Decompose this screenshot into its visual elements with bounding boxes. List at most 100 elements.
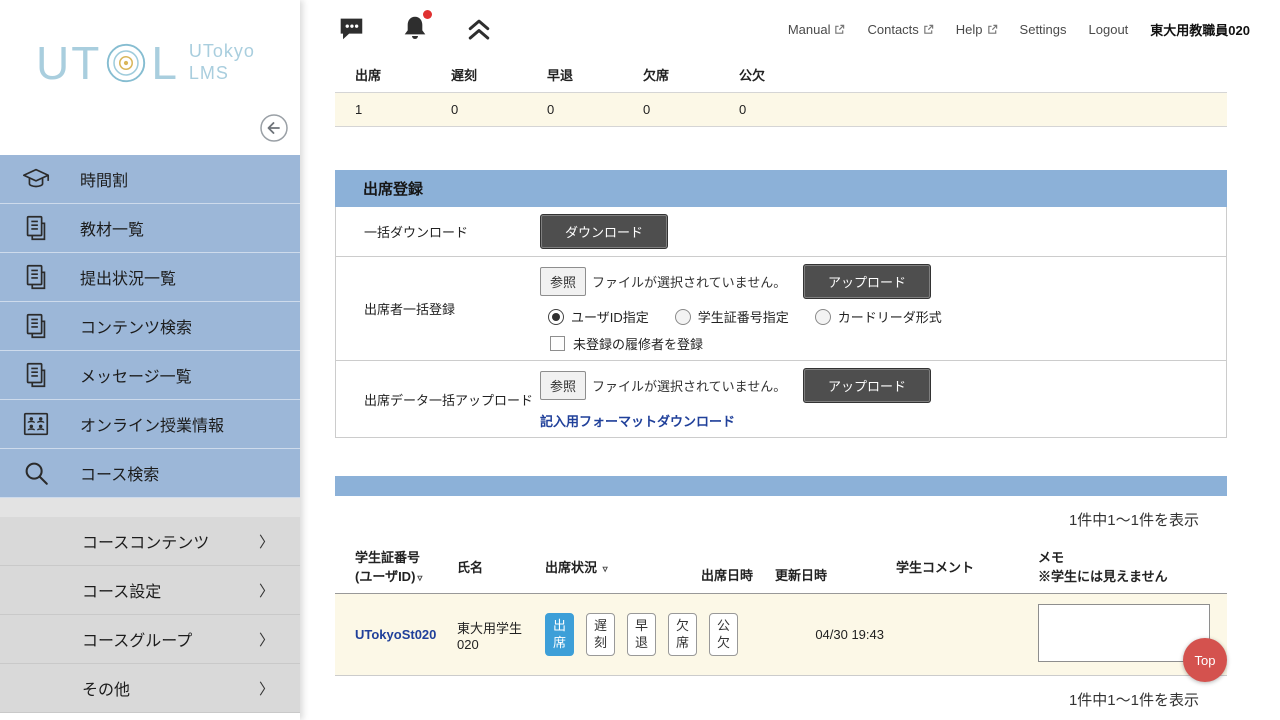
attendance-register-section: 出席登録 一括ダウンロード ダウンロード 出席者一括登録 (335, 170, 1227, 438)
summary-header: 遅刻 (431, 58, 527, 93)
browse-button[interactable]: 参照 (540, 267, 586, 296)
chevron-right-icon: 〉 (259, 678, 274, 699)
upload-button[interactable]: アップロード (803, 368, 931, 403)
register-unregistered-checkbox[interactable] (550, 336, 565, 351)
summary-header: 欠席 (623, 58, 719, 93)
summary-value: 1 (335, 93, 431, 127)
sidebar-item-timetable[interactable]: 時間割 (0, 155, 300, 204)
manual-link-label: Manual (788, 22, 831, 37)
sidebar-item-label: コース検索 (80, 461, 159, 485)
external-link-icon (923, 24, 934, 35)
header-line: ※学生には見えません (1038, 566, 1221, 585)
current-user-name: 東大用教職員020 (1150, 20, 1250, 39)
no-file-selected-text: ファイルが選択されていません。 (592, 376, 797, 395)
column-header-attend-time: 出席日時 (695, 539, 769, 594)
logo-rings-icon (103, 40, 149, 86)
sidebar-item-label: オンライン授業情報 (80, 412, 224, 436)
chevron-right-icon: 〉 (259, 629, 274, 650)
student-comment-cell (890, 594, 1032, 676)
help-link-label: Help (956, 22, 983, 37)
sidebar-item-course-group[interactable]: コースグループ 〉 (0, 615, 300, 664)
summary-value: 0 (527, 93, 623, 127)
status-char: 欠 (676, 618, 689, 635)
summary-value-filler (815, 93, 1227, 127)
sidebar-item-course-contents[interactable]: コースコンテンツ 〉 (0, 517, 300, 566)
chat-button[interactable] (335, 13, 367, 45)
column-header-status[interactable]: 出席状況 ▿ (539, 539, 695, 594)
radio-user-id[interactable]: ユーザID指定 (548, 307, 649, 326)
logo-subtitle: UTokyo LMS (189, 41, 255, 84)
summary-header-filler (815, 58, 1227, 93)
header-line: (ユーザID)▿ (355, 566, 445, 585)
sidebar-item-course-search[interactable]: コース検索 (0, 449, 300, 498)
help-link[interactable]: Help (956, 22, 998, 37)
summary-header: 早退 (527, 58, 623, 93)
radio-card-reader[interactable]: カードリーダ形式 (815, 307, 942, 326)
sidebar-item-messages[interactable]: メッセージ一覧 (0, 351, 300, 400)
radio-label: 学生証番号指定 (698, 307, 789, 326)
logo-area: UT L UTokyo LMS (0, 0, 300, 155)
status-button-absent[interactable]: 欠 席 (668, 613, 697, 656)
notification-dot (423, 10, 432, 19)
column-header-student-id[interactable]: 学生証番号 (ユーザID)▿ (335, 539, 451, 594)
sidebar-item-submissions[interactable]: 提出状況一覧 (0, 253, 300, 302)
double-chevron-up-icon (464, 31, 494, 46)
radio-student-card-number[interactable]: 学生証番号指定 (675, 307, 789, 326)
document-icon (18, 308, 54, 344)
sidebar-item-materials[interactable]: 教材一覧 (0, 204, 300, 253)
sidebar-item-content-search[interactable]: コンテンツ検索 (0, 302, 300, 351)
bell-icon (400, 31, 430, 46)
summary-header: 公欠 (719, 58, 815, 93)
status-char: 刻 (594, 635, 607, 652)
logout-link[interactable]: Logout (1089, 22, 1129, 37)
status-button-present[interactable]: 出 席 (545, 613, 574, 656)
update-time-cell: 04/30 19:43 (769, 594, 890, 676)
sidebar-item-label: コースコンテンツ (82, 529, 209, 553)
notifications-button[interactable] (399, 13, 431, 45)
sidebar-item-label: 教材一覧 (80, 216, 144, 240)
status-button-excused[interactable]: 公 欠 (709, 613, 738, 656)
format-download-link[interactable]: 記入用フォーマットダウンロード (540, 411, 735, 430)
sidebar-collapse-button[interactable] (258, 112, 290, 144)
external-link-icon (834, 24, 845, 35)
search-icon (18, 455, 54, 491)
sidebar-item-others[interactable]: その他 〉 (0, 664, 300, 713)
chat-bubble-icon (336, 31, 366, 46)
status-char: 出 (553, 618, 566, 635)
scroll-to-top-button[interactable]: Top (1183, 638, 1227, 682)
sidebar-divider (0, 498, 300, 517)
document-icon (18, 357, 54, 393)
no-file-selected-text: ファイルが選択されていません。 (592, 272, 797, 291)
browse-button[interactable]: 参照 (540, 371, 586, 400)
contacts-link[interactable]: Contacts (867, 22, 933, 37)
summary-header: 出席 (335, 58, 431, 93)
status-button-late[interactable]: 遅 刻 (586, 613, 615, 656)
document-icon (18, 259, 54, 295)
student-id-cell: UTokyoSt020 (335, 594, 451, 676)
people-grid-icon (18, 406, 54, 442)
status-button-early-leave[interactable]: 早 退 (627, 613, 656, 656)
header-line: 学生証番号 (355, 547, 445, 566)
sidebar-item-label: コースグループ (82, 627, 192, 651)
topbar: Manual Contacts Help (300, 0, 1280, 58)
settings-link[interactable]: Settings (1020, 22, 1067, 37)
upload-button[interactable]: アップロード (803, 264, 931, 299)
sidebar-item-online-class-info[interactable]: オンライン授業情報 (0, 400, 300, 449)
radio-label: ユーザID指定 (571, 307, 649, 326)
sidebar-item-label: 提出状況一覧 (80, 265, 176, 289)
summary-value: 0 (719, 93, 815, 127)
attendance-summary-table: 出席 遅刻 早退 欠席 公欠 1 0 0 0 0 (335, 58, 1227, 127)
summary-row: 1 0 0 0 0 (335, 93, 1227, 127)
manual-link[interactable]: Manual (788, 22, 846, 37)
status-button-group: 出 席 遅 刻 早 退 (545, 613, 689, 656)
chevron-right-icon: 〉 (259, 580, 274, 601)
student-row: UTokyoSt020 東大用学生020 出 席 (335, 594, 1227, 676)
sidebar-item-course-settings[interactable]: コース設定 〉 (0, 566, 300, 615)
collapse-header-button[interactable] (463, 13, 495, 45)
status-char: 席 (553, 635, 566, 652)
student-id-link[interactable]: UTokyoSt020 (355, 627, 436, 642)
status-char: 退 (635, 635, 648, 652)
pagination-text-bottom: 1件中1〜1件を表示 (335, 676, 1227, 719)
column-header-comment: 学生コメント (890, 539, 1032, 594)
download-button[interactable]: ダウンロード (540, 214, 668, 249)
